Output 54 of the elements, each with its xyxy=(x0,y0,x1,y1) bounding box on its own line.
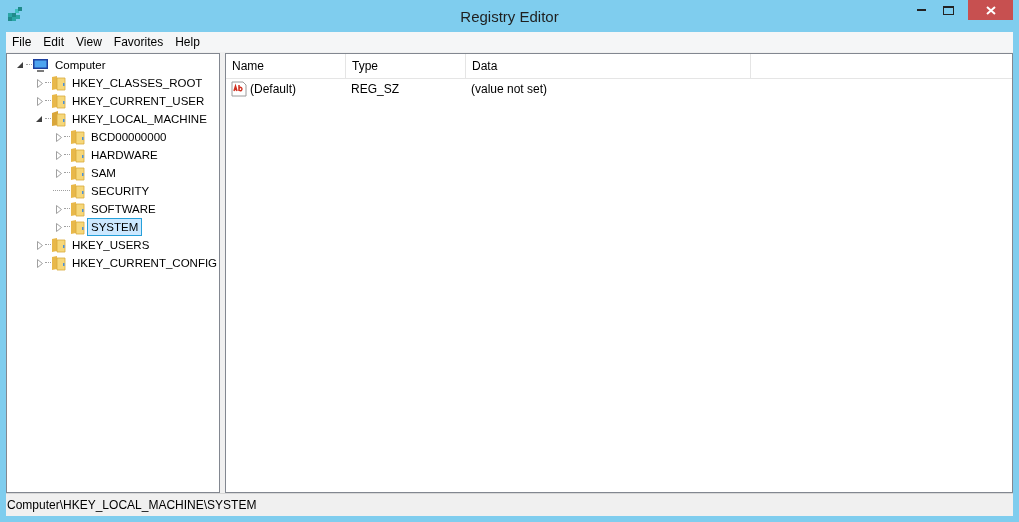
folder-icon xyxy=(51,93,66,109)
folder-icon xyxy=(70,147,85,163)
folder-icon xyxy=(51,75,66,91)
column-header[interactable]: Data xyxy=(466,54,751,78)
tree-item[interactable]: SYSTEM xyxy=(87,218,143,236)
tree-item[interactable]: HKEY_USERS xyxy=(68,236,154,254)
column-header[interactable]: Name xyxy=(226,54,346,78)
open-folder-icon xyxy=(51,111,66,127)
menu-item[interactable]: Edit xyxy=(37,32,71,52)
value-type: REG_SZ xyxy=(351,82,399,96)
folder-icon xyxy=(51,255,66,271)
tree-item[interactable]: HKEY_CURRENT_CONFIG xyxy=(68,254,219,272)
expand-arrow-icon[interactable] xyxy=(36,96,43,106)
folder-icon xyxy=(51,237,66,253)
tree-item[interactable]: HKEY_CURRENT_USER xyxy=(68,92,209,110)
menu-item[interactable]: Favorites xyxy=(107,32,170,52)
expand-arrow-icon[interactable] xyxy=(55,168,62,178)
folder-icon xyxy=(70,183,85,199)
folder-icon xyxy=(70,165,85,181)
string-value-icon xyxy=(231,81,247,97)
maximize-icon xyxy=(943,5,954,15)
value-name[interactable]: (Default) xyxy=(250,82,296,96)
minimize-icon xyxy=(917,9,926,11)
expand-arrow-icon[interactable] xyxy=(55,132,62,142)
tree-item[interactable]: HKEY_CLASSES_ROOT xyxy=(68,74,207,92)
status-path: Computer\HKEY_LOCAL_MACHINE\SYSTEM xyxy=(7,498,257,512)
computer-icon xyxy=(32,57,49,73)
folder-icon xyxy=(70,129,85,145)
tree-item[interactable]: SECURITY xyxy=(87,182,154,200)
expand-arrow-icon[interactable] xyxy=(55,222,62,232)
expand-arrow-icon[interactable] xyxy=(55,204,62,214)
expand-arrow-icon[interactable] xyxy=(36,258,43,268)
close-icon xyxy=(985,5,996,15)
tree-item[interactable]: HKEY_LOCAL_MACHINE xyxy=(68,110,211,128)
expand-arrow-icon[interactable] xyxy=(55,150,62,160)
collapse-arrow-icon[interactable] xyxy=(17,61,24,69)
expand-arrow-icon[interactable] xyxy=(36,78,43,88)
folder-icon xyxy=(70,219,85,235)
expand-arrow-icon[interactable] xyxy=(36,240,43,250)
menu-item[interactable]: File xyxy=(6,32,38,52)
window-title: Registry Editor xyxy=(460,8,559,25)
tree-item[interactable]: BCD00000000 xyxy=(87,128,171,146)
value-data: (value not set) xyxy=(471,82,548,96)
collapse-arrow-icon[interactable] xyxy=(36,115,43,123)
tree-item[interactable]: SOFTWARE xyxy=(87,200,160,218)
tree-item[interactable]: Computer xyxy=(51,56,110,74)
folder-icon xyxy=(70,201,85,217)
column-header[interactable]: Type xyxy=(346,54,466,78)
close-button[interactable] xyxy=(968,0,1013,20)
tree-item[interactable]: HARDWARE xyxy=(87,146,162,164)
menu-item[interactable]: Help xyxy=(169,32,206,52)
menu-item[interactable]: View xyxy=(70,32,108,52)
registry-cubes-icon xyxy=(7,7,23,23)
tree-item[interactable]: SAM xyxy=(87,164,120,182)
